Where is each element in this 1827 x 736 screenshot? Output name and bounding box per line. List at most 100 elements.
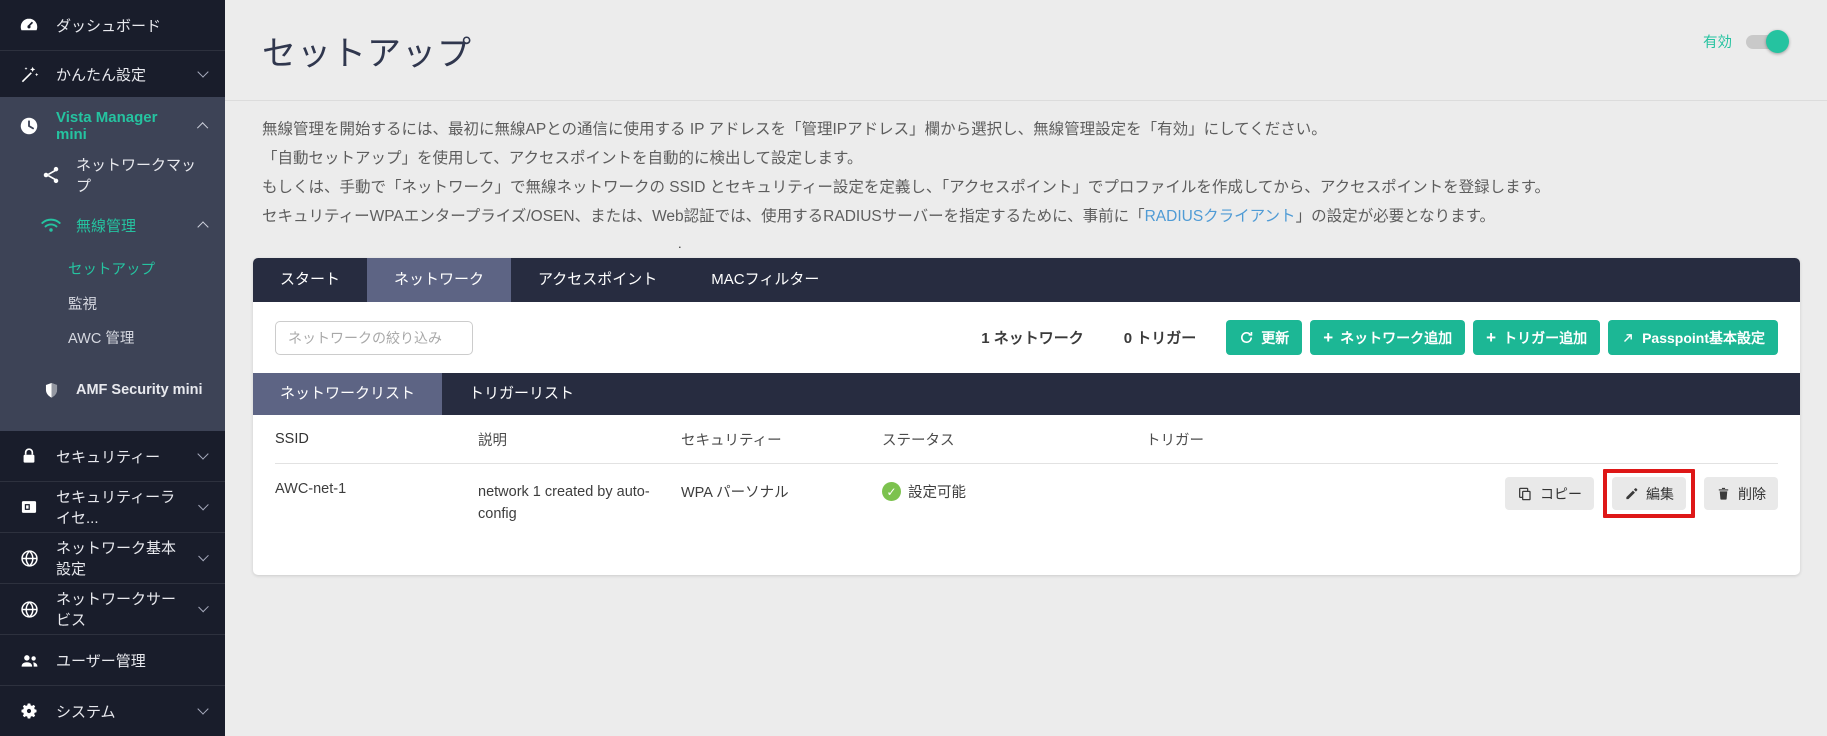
sidebar-item-network-map[interactable]: ネットワークマップ (0, 149, 225, 201)
status-text: 設定可能 (908, 481, 966, 502)
sidebar-item-network-basic[interactable]: ネットワーク基本設定 (0, 533, 225, 583)
copy-icon (1517, 486, 1533, 502)
check-circle-icon: ✓ (882, 482, 901, 501)
chevron-down-icon (198, 602, 209, 613)
sidebar-group-vista: Vista Manager mini ネットワークマップ 無線管理 セットアップ… (0, 97, 225, 431)
sidebar-label-dashboard: ダッシュボード (56, 15, 161, 36)
tab-mac-filter[interactable]: MACフィルター (684, 258, 846, 302)
globe-clock-icon (18, 115, 40, 137)
add-network-label: ネットワーク追加 (1340, 328, 1452, 348)
sidebar-label-awc-mgmt: AWC 管理 (68, 327, 134, 348)
add-network-button[interactable]: + ネットワーク追加 (1310, 320, 1465, 355)
sidebar-item-vista-manager[interactable]: Vista Manager mini (0, 103, 225, 149)
counters: 1 ネットワーク 0 トリガー (981, 327, 1196, 348)
highlight-annotation: 編集 (1603, 469, 1695, 518)
description-line-4-text: セキュリティーWPAエンタープライズ/OSEN、または、Web認証では、使用する… (262, 208, 1145, 225)
subtab-network-list[interactable]: ネットワークリスト (253, 373, 442, 415)
main-content: セットアップ 有効 無線管理を開始するには、最初に無線APとの通信に使用する I… (225, 0, 1827, 736)
description-line-2: 「自動セットアップ」を使用して、アクセスポイントを自動的に検出して設定します。 (262, 144, 1790, 173)
chevron-up-icon (198, 123, 209, 134)
sidebar-item-security-license[interactable]: セキュリティーライセ... (0, 482, 225, 532)
add-trigger-label: トリガー追加 (1503, 328, 1587, 348)
description-line-4: セキュリティーWPAエンタープライズ/OSEN、または、Web認証では、使用する… (262, 202, 1790, 231)
page-title: セットアップ (262, 26, 1789, 75)
dashboard-icon (18, 14, 40, 36)
sidebar-label-network-services: ネットワークサービス (56, 588, 184, 630)
sidebar-item-system[interactable]: システム (0, 686, 225, 736)
sidebar-label-user-mgmt: ユーザー管理 (56, 650, 146, 671)
sidebar-item-network-services[interactable]: ネットワークサービス (0, 584, 225, 634)
sidebar-item-easy-setup[interactable]: かんたん設定 (0, 51, 225, 97)
sidebar-item-dashboard[interactable]: ダッシュボード (0, 0, 225, 50)
subtab-trigger-list[interactable]: トリガーリスト (442, 373, 601, 415)
network-table: SSID 説明 セキュリティー ステータス トリガー AWC-net-1 net… (253, 415, 1800, 545)
sidebar-item-amf-security[interactable]: AMF Security mini (0, 363, 225, 417)
passpoint-settings-button[interactable]: Passpoint基本設定 (1608, 320, 1778, 355)
sidebar-label-network-basic: ネットワーク基本設定 (56, 537, 184, 579)
network-count: 1 ネットワーク (981, 327, 1084, 348)
radius-client-link[interactable]: RADIUSクライアント (1145, 208, 1296, 225)
refresh-button[interactable]: 更新 (1226, 320, 1302, 355)
cell-description: network 1 created by auto-config (478, 481, 653, 525)
license-card-icon (18, 496, 40, 518)
network-filter-input[interactable] (275, 321, 473, 355)
table-header-row: SSID 説明 セキュリティー ステータス トリガー (275, 415, 1778, 464)
sidebar: ダッシュボード かんたん設定 Vista Manager mini ネットワーク… (0, 0, 225, 736)
page-header: セットアップ 有効 (225, 0, 1827, 101)
sidebar-label-vista-manager: Vista Manager mini (56, 109, 183, 143)
sidebar-label-amf-security: AMF Security mini (76, 382, 203, 398)
sidebar-label-wireless-mgmt: 無線管理 (76, 215, 136, 236)
toolbar-buttons: 更新 + ネットワーク追加 + トリガー追加 Passpoint基本設定 (1226, 320, 1778, 355)
cell-ssid: AWC-net-1 (275, 481, 478, 497)
sidebar-label-easy-setup: かんたん設定 (56, 64, 146, 85)
sidebar-item-user-mgmt[interactable]: ユーザー管理 (0, 635, 225, 685)
sidebar-label-monitoring: 監視 (68, 293, 97, 314)
setup-tabs: スタート ネットワーク アクセスポイント MACフィルター (253, 258, 1800, 302)
tab-network[interactable]: ネットワーク (367, 258, 511, 302)
toggle-label: 有効 (1703, 31, 1732, 52)
add-trigger-button[interactable]: + トリガー追加 (1473, 320, 1600, 355)
sidebar-label-security-license: セキュリティーライセ... (56, 486, 184, 528)
description-line-1: 無線管理を開始するには、最初に無線APとの通信に使用する IP アドレスを「管理… (262, 115, 1790, 144)
passpoint-label: Passpoint基本設定 (1642, 328, 1765, 348)
edit-button[interactable]: 編集 (1612, 477, 1686, 510)
sidebar-item-wireless-mgmt[interactable]: 無線管理 (0, 201, 225, 249)
column-header-ssid: SSID (275, 431, 478, 447)
globe-icon (18, 547, 40, 569)
tab-access-point[interactable]: アクセスポイント (511, 258, 684, 302)
copy-label: コピー (1540, 484, 1582, 504)
wifi-icon (40, 214, 62, 236)
sidebar-item-setup[interactable]: セットアップ (0, 249, 225, 287)
network-toolbar: 1 ネットワーク 0 トリガー 更新 + ネットワーク追加 + トリガー追加 (253, 302, 1800, 371)
description-line-4-tail: 」の設定が必要となります。 (1296, 208, 1496, 225)
copy-button[interactable]: コピー (1505, 477, 1594, 510)
lock-icon (18, 445, 40, 467)
sidebar-item-awc-mgmt[interactable]: AWC 管理 (0, 320, 225, 355)
plus-icon: + (1486, 329, 1496, 346)
column-header-description: 説明 (478, 429, 681, 450)
wand-icon (18, 63, 40, 85)
pencil-icon (1624, 486, 1639, 501)
sidebar-label-security: セキュリティー (56, 446, 160, 467)
sidebar-item-monitoring[interactable]: 監視 (0, 287, 225, 320)
enabled-toggle[interactable] (1746, 35, 1786, 49)
chevron-down-icon (198, 551, 209, 562)
sidebar-item-security[interactable]: セキュリティー (0, 431, 225, 481)
globe-icon (18, 598, 40, 620)
chevron-down-icon (197, 66, 208, 77)
row-actions: コピー 編集 削除 (1505, 477, 1778, 510)
chevron-up-icon (197, 221, 208, 232)
wireless-enabled-toggle-group: 有効 (1703, 31, 1786, 52)
cell-security: WPA パーソナル (681, 481, 882, 502)
sidebar-label-network-map: ネットワークマップ (76, 154, 207, 196)
delete-button[interactable]: 削除 (1704, 477, 1778, 510)
refresh-label: 更新 (1261, 328, 1289, 348)
arrow-up-right-icon (1621, 331, 1635, 345)
share-icon (40, 164, 62, 186)
refresh-icon (1239, 330, 1254, 345)
sidebar-label-system: システム (56, 701, 116, 722)
column-header-trigger: トリガー (1146, 429, 1778, 450)
gear-icon (18, 700, 40, 722)
tab-start[interactable]: スタート (253, 258, 367, 302)
chevron-down-icon (199, 500, 209, 510)
